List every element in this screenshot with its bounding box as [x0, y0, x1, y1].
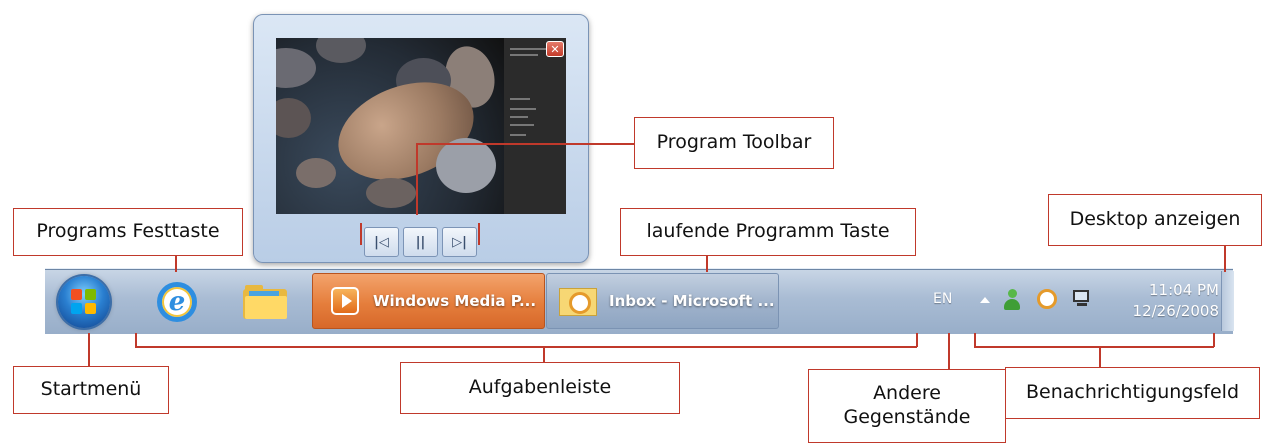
- task-label: Windows Media P...: [373, 292, 537, 310]
- preview-screen[interactable]: ✕: [276, 38, 566, 214]
- preview-toolbar: |◁ || ▷|: [364, 227, 478, 257]
- pause-button[interactable]: ||: [403, 227, 438, 257]
- outlook-tray-icon[interactable]: [1037, 289, 1057, 309]
- callout-program-toolbar: Program Toolbar: [634, 117, 834, 169]
- callout-andere-gegenstaende: Andere Gegenstände: [808, 369, 1006, 443]
- preview-photo: [276, 38, 504, 214]
- show-hidden-icons-icon[interactable]: [980, 297, 990, 303]
- callout-benachrichtigungsfeld: Benachrichtigungsfeld: [1005, 367, 1260, 419]
- task-button-outlook[interactable]: Inbox - Microsoft ...: [546, 273, 779, 329]
- close-icon[interactable]: ✕: [546, 41, 564, 57]
- taskbar: e Windows Media P... Inbox - Microsoft .…: [45, 268, 1234, 334]
- callout-aufgabenleiste: Aufgabenleiste: [400, 362, 680, 414]
- messenger-tray-icon[interactable]: [1003, 289, 1021, 311]
- callout-programs-festtaste: Programs Festtaste: [13, 208, 243, 256]
- callout-laufende-programm-taste: laufende Programm Taste: [620, 208, 916, 256]
- preview-side-panel: [504, 38, 566, 214]
- outlook-icon: [559, 284, 597, 318]
- internet-explorer-icon: e: [157, 282, 197, 322]
- pinned-ie-button[interactable]: e: [147, 275, 207, 329]
- windows-orb-icon[interactable]: [58, 276, 110, 328]
- next-button[interactable]: ▷|: [442, 227, 477, 257]
- callout-desktop-anzeigen: Desktop anzeigen: [1048, 194, 1262, 246]
- network-tray-icon[interactable]: [1071, 288, 1093, 310]
- language-indicator[interactable]: EN: [933, 291, 952, 307]
- clock-time[interactable]: 11:04 PM: [1109, 281, 1219, 299]
- media-player-icon: [331, 287, 359, 315]
- folder-icon: [243, 285, 287, 319]
- task-label: Inbox - Microsoft ...: [609, 292, 775, 310]
- taskbar-thumbnail-preview[interactable]: ✕ |◁ || ▷|: [253, 14, 589, 263]
- callout-startmenue: Startmenü: [13, 366, 169, 414]
- clock-date[interactable]: 12/26/2008: [1109, 302, 1219, 320]
- previous-button[interactable]: |◁: [364, 227, 399, 257]
- show-desktop-button[interactable]: [1221, 271, 1234, 331]
- pinned-explorer-button[interactable]: [235, 275, 295, 329]
- task-button-media-player[interactable]: Windows Media P...: [312, 273, 545, 329]
